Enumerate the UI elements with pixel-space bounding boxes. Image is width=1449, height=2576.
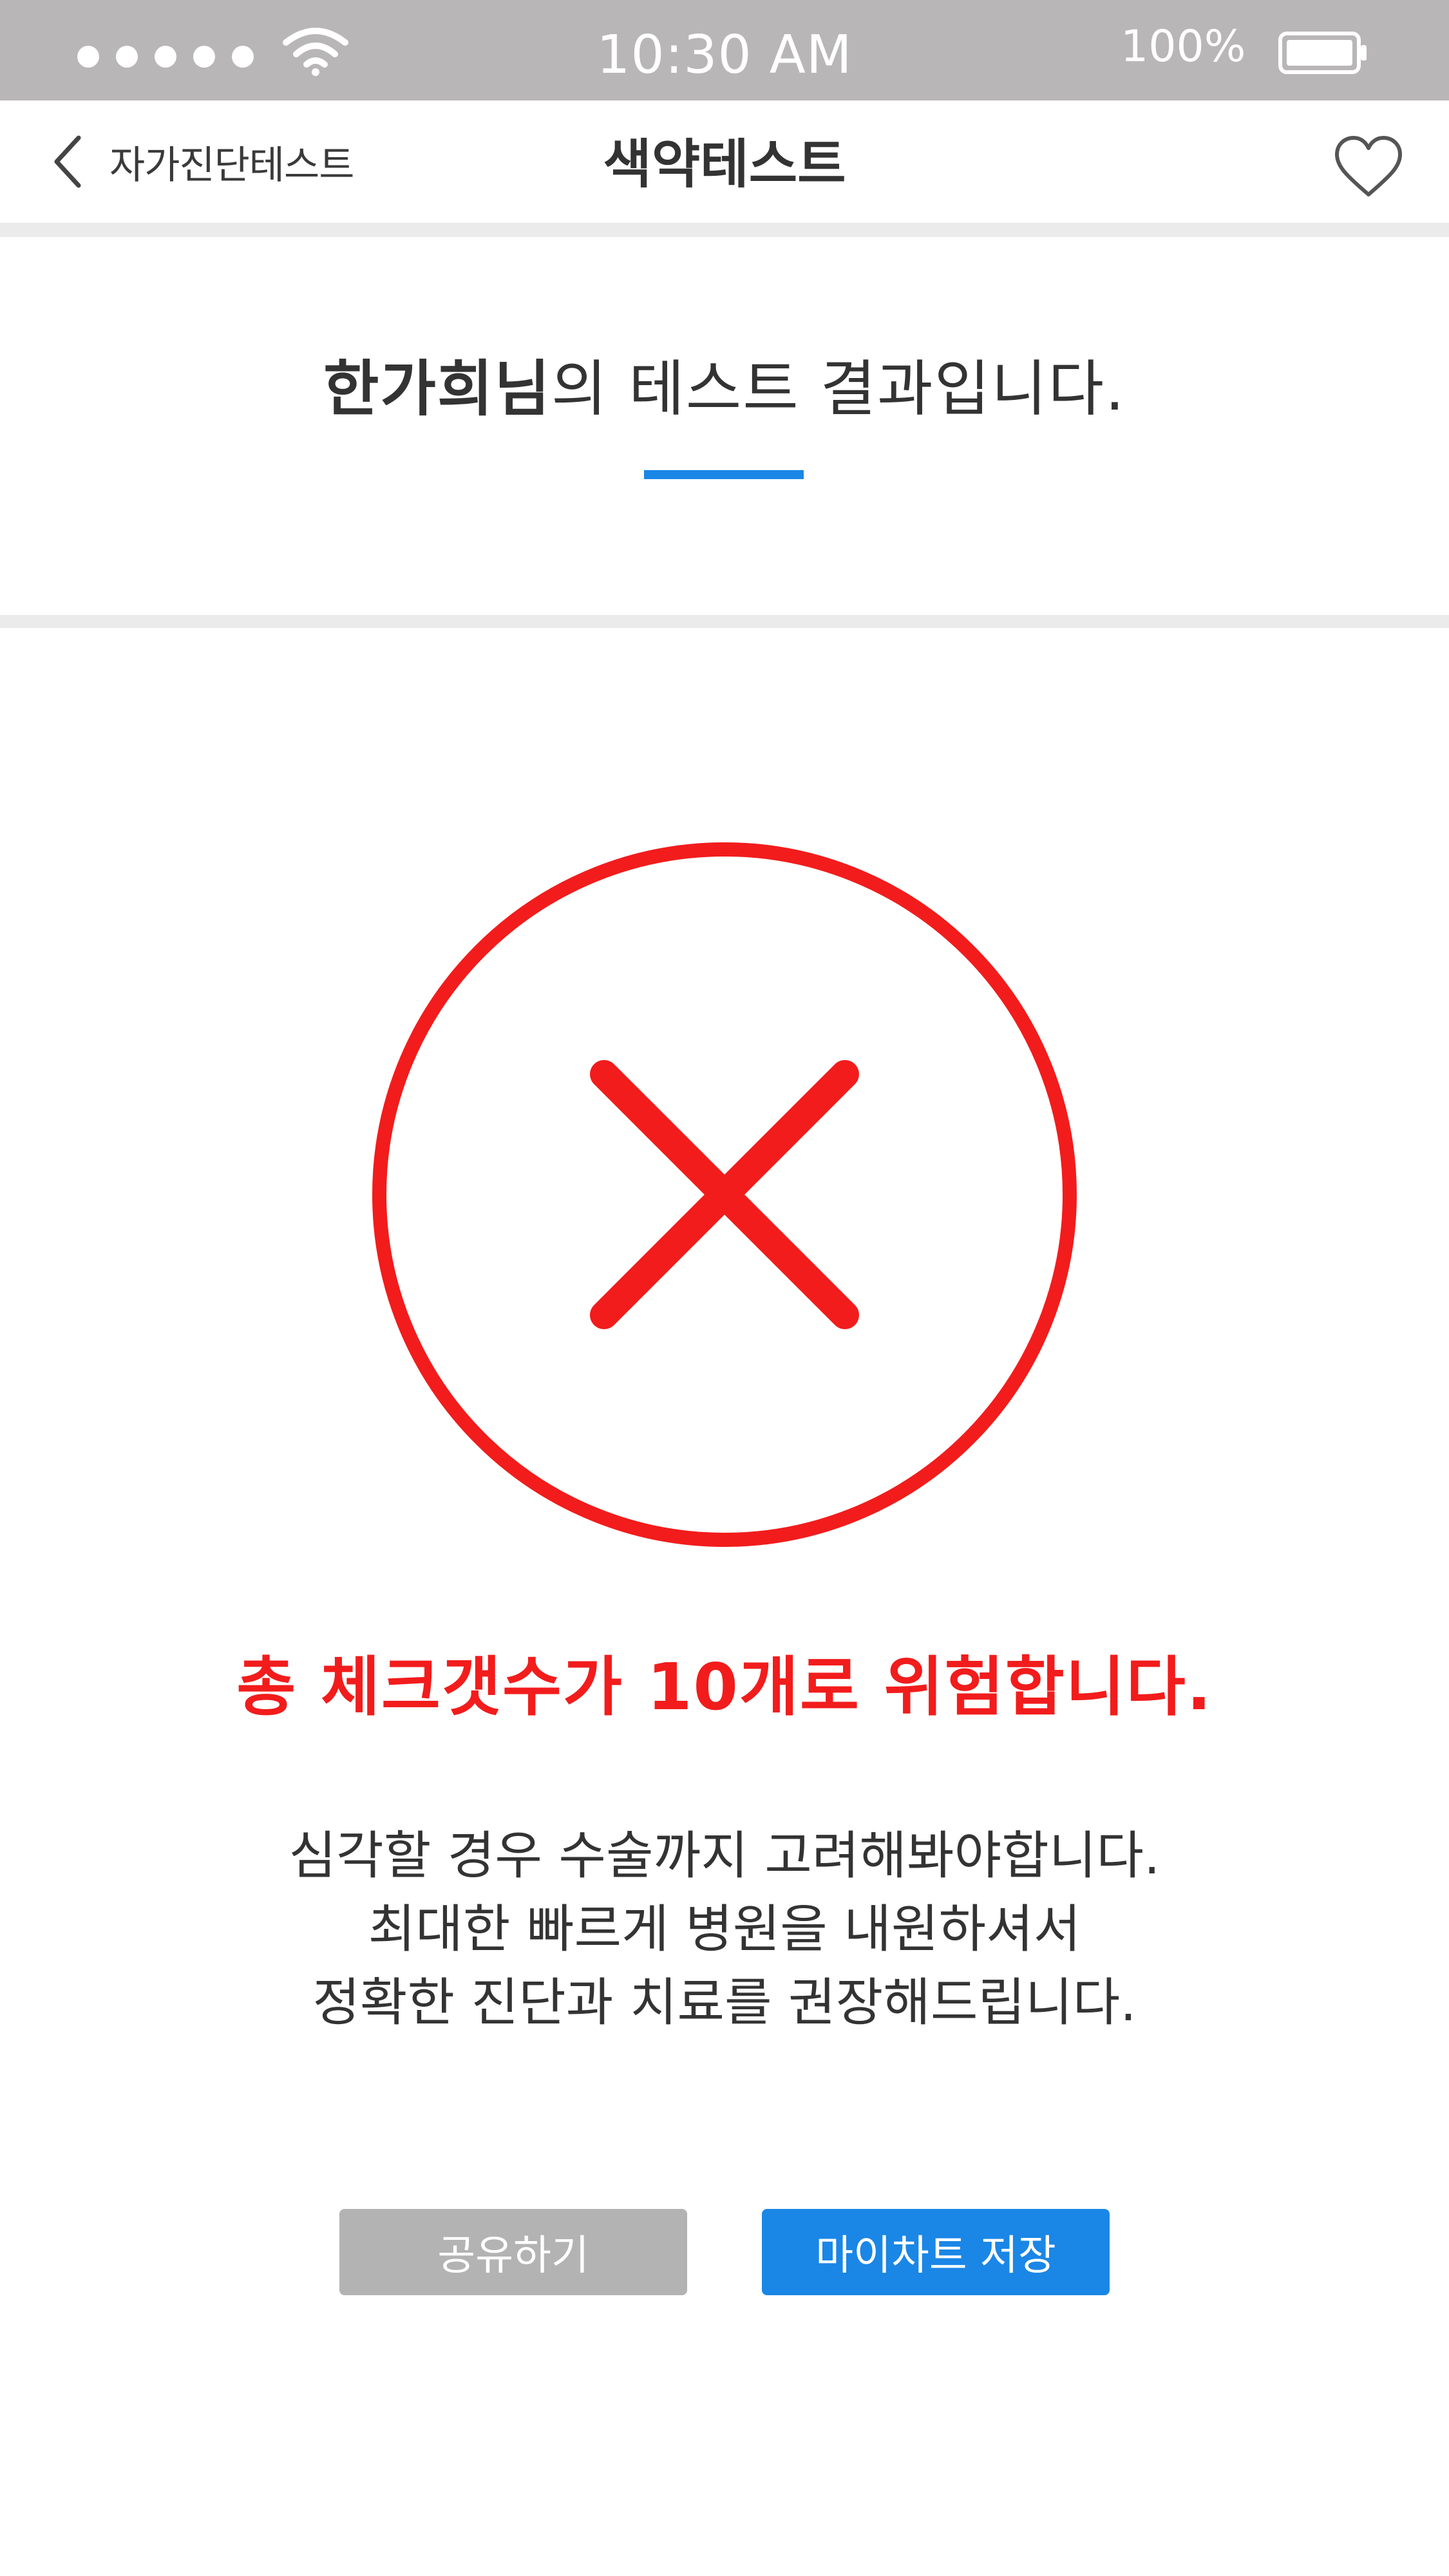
divider	[0, 615, 1449, 628]
battery-percentage: 100%	[1121, 21, 1246, 72]
user-name: 한가희님	[323, 354, 551, 424]
share-button[interactable]: 공유하기	[339, 2209, 687, 2295]
advice-text: 심각할 경우 수술까지 고려해봐야합니다. 최대한 빠르게 병원을 내원하셔서 …	[0, 1819, 1449, 2040]
x-circle-icon	[372, 842, 1077, 1547]
advice-line: 심각할 경우 수술까지 고려해봐야합니다.	[289, 1826, 1160, 1886]
result-heading-suffix: 의 테스트 결과입니다.	[551, 354, 1126, 424]
save-to-mychart-button[interactable]: 마이차트 저장	[762, 2209, 1110, 2295]
result-screen: 10:30 AM 100% 자가진단테스트 색약테스트 한가희님의 테스트 결과…	[0, 0, 1449, 2576]
heading-underline	[644, 470, 804, 479]
page-title: 색약테스트	[603, 134, 846, 195]
heart-outline-icon[interactable]	[1333, 135, 1404, 200]
divider	[0, 223, 1449, 237]
result-heading: 한가희님의 테스트 결과입니다.	[0, 351, 1449, 428]
status-bar: 10:30 AM 100%	[0, 0, 1449, 100]
advice-line: 정확한 진단과 치료를 권장해드립니다.	[312, 1973, 1137, 2032]
warning-message: 총 체크갯수가 10개로 위험합니다.	[236, 1649, 1213, 1725]
advice-line: 최대한 빠르게 병원을 내원하셔서	[368, 1899, 1081, 1959]
navigation-bar: 자가진단테스트 색약테스트	[0, 100, 1449, 223]
battery-icon	[1278, 32, 1367, 74]
